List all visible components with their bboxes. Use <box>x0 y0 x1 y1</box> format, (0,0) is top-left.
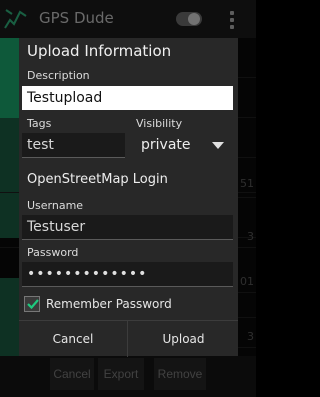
dropdown-arrow-icon[interactable] <box>212 142 224 149</box>
remember-password-checkbox[interactable] <box>24 296 40 312</box>
remember-password-label: Remember Password <box>46 297 172 311</box>
username-input[interactable]: Testuser <box>22 215 233 240</box>
tags-input[interactable]: test <box>22 133 125 158</box>
dialog-button-row: Cancel Upload <box>19 320 238 357</box>
description-input[interactable]: Testupload <box>22 86 233 110</box>
dialog-cancel-button[interactable]: Cancel <box>19 321 128 357</box>
tags-label: Tags <box>27 117 52 130</box>
upload-information-dialog: Upload Information Description Testuploa… <box>19 38 238 357</box>
password-input[interactable]: ••••••••••••• <box>22 262 233 287</box>
checkmark-icon <box>27 299 39 310</box>
upload-button[interactable]: Upload <box>129 321 238 357</box>
login-section-heading: OpenStreetMap Login <box>27 172 168 187</box>
remember-password-row[interactable]: Remember Password <box>23 294 233 314</box>
username-label: Username <box>27 199 84 212</box>
password-label: Password <box>27 246 79 259</box>
visibility-label: Visibility <box>136 117 183 130</box>
description-label: Description <box>27 69 90 82</box>
dialog-title: Upload Information <box>27 42 172 60</box>
